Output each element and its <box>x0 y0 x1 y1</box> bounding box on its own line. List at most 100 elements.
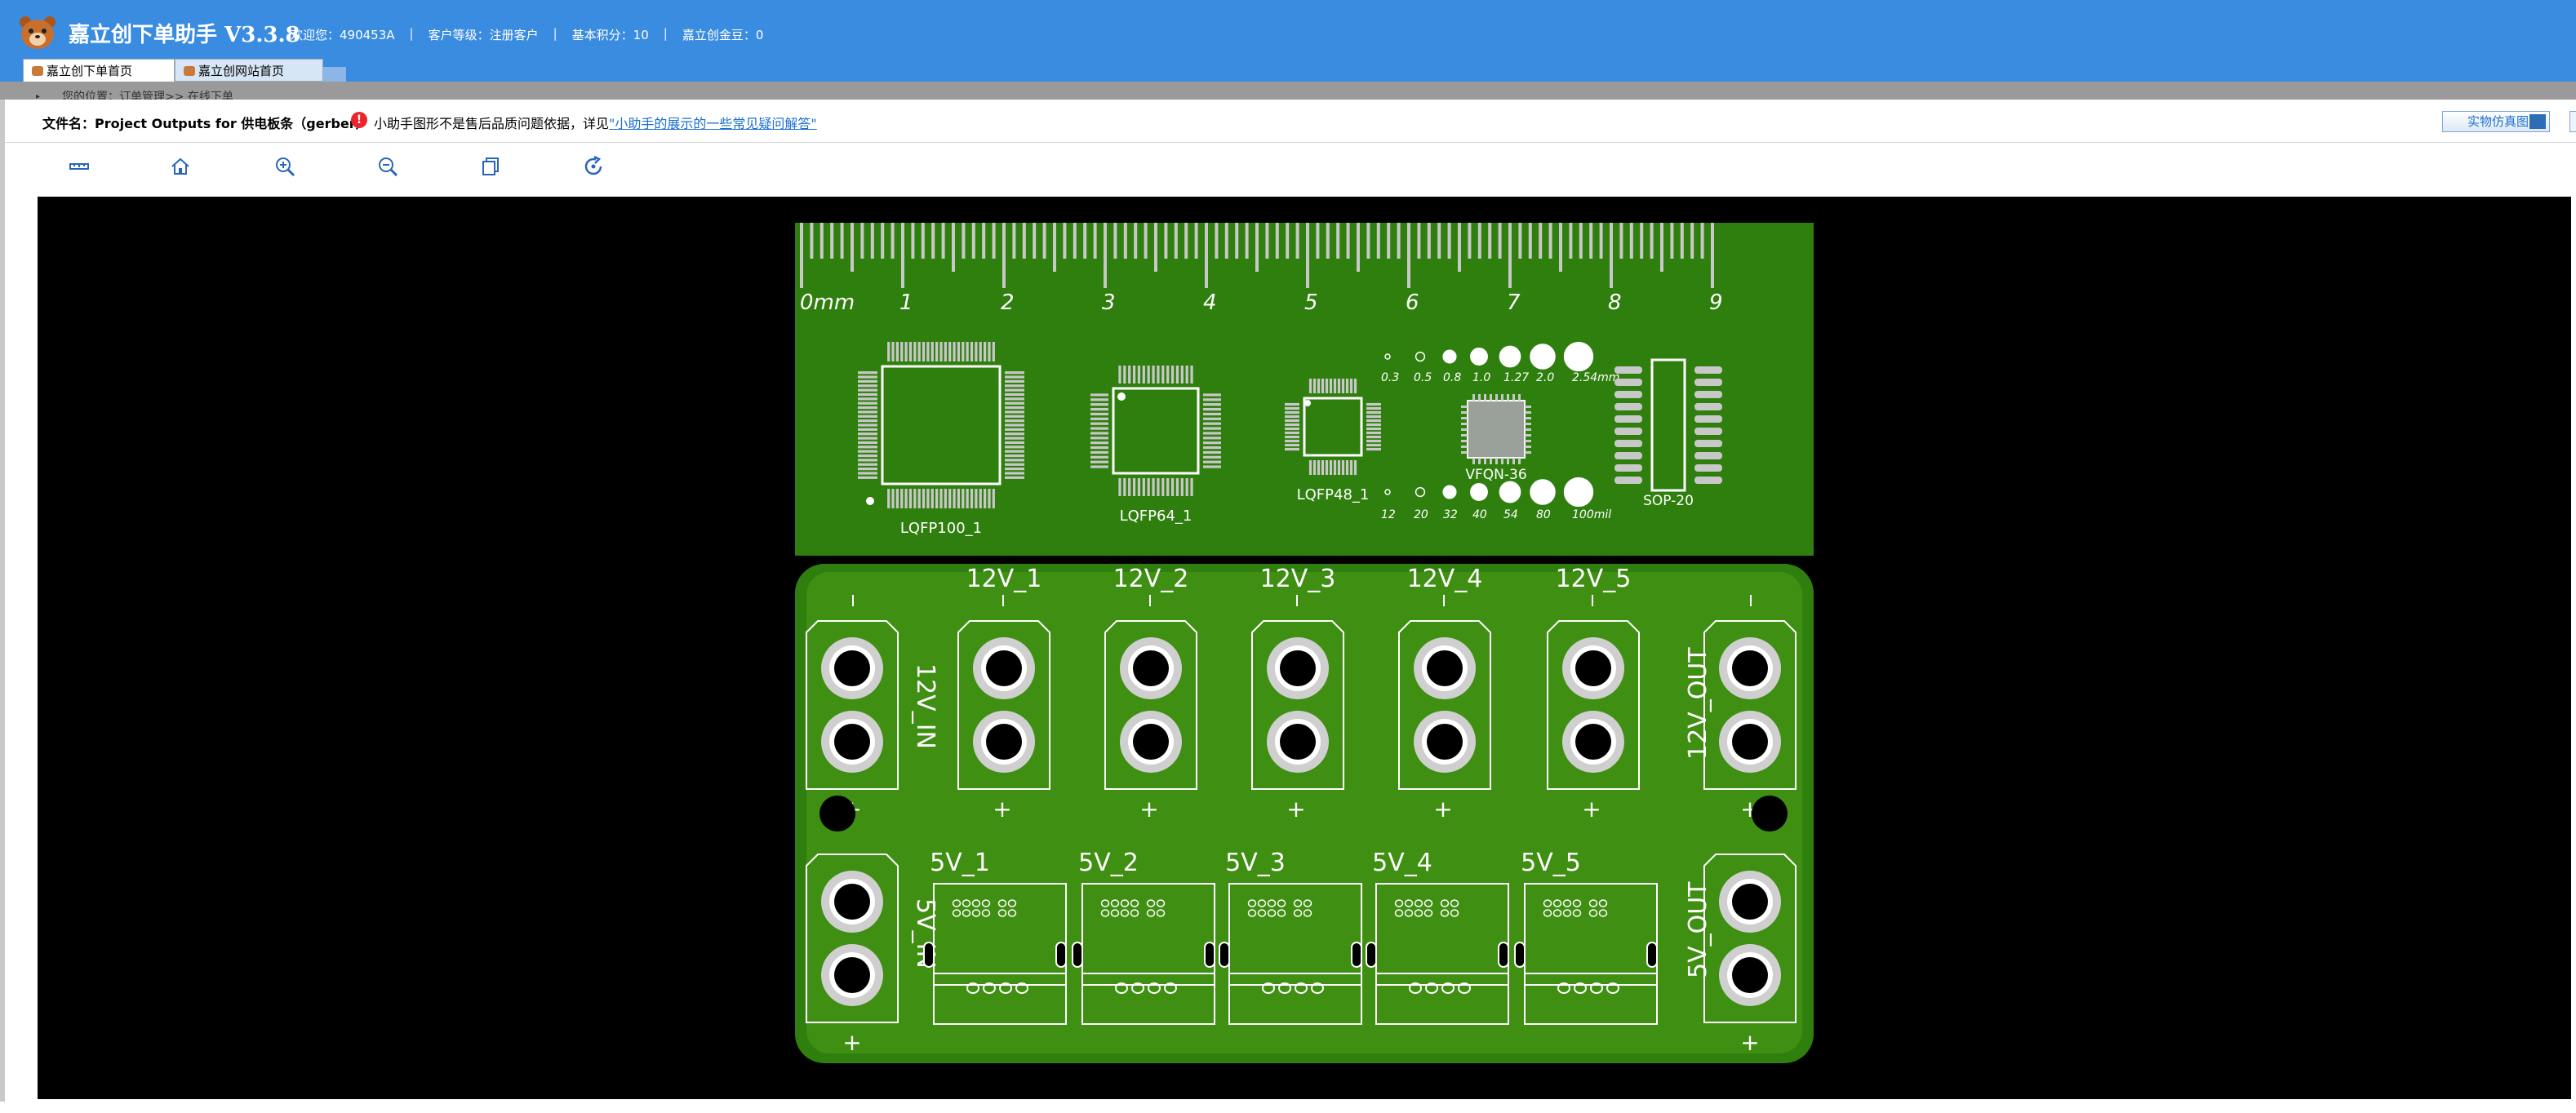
pad <box>1161 366 1165 384</box>
ruler-tick <box>890 223 895 259</box>
ruler-tick <box>881 223 885 259</box>
ruler-tick <box>962 223 966 259</box>
pad <box>1353 460 1357 475</box>
pad <box>922 489 926 508</box>
pad <box>1366 443 1381 447</box>
polarity-plus: + <box>1433 796 1452 823</box>
refresh-icon[interactable] <box>581 154 606 179</box>
pad <box>1005 450 1024 453</box>
pad <box>1137 478 1141 496</box>
pad <box>858 446 877 449</box>
pad <box>1005 406 1024 410</box>
ruler-tick <box>1376 223 1380 259</box>
ruler-number: 8 <box>1608 290 1622 315</box>
ruler-tick <box>1073 223 1077 259</box>
ruler-tick <box>1690 223 1694 259</box>
tab-order-home[interactable]: 嘉立创下单首页 <box>23 59 175 82</box>
ruler-number: 1 <box>899 290 913 315</box>
output-label-12v: 12V_OUT <box>1684 647 1712 760</box>
pad <box>926 342 930 361</box>
file-info-bar: 文件名：Project Outputs for 供电板条（gerber） ! 小… <box>0 100 2576 143</box>
pad <box>900 489 904 508</box>
pad <box>1512 394 1515 401</box>
pad <box>858 450 877 453</box>
pad <box>917 489 921 508</box>
real-render-button[interactable]: 实物仿真图 <box>2442 111 2550 132</box>
pad <box>948 342 952 361</box>
pitch-label: 54 <box>1503 508 1518 521</box>
pad <box>1490 458 1492 464</box>
pitch-label: 0.3 <box>1381 371 1399 384</box>
pad <box>1090 450 1108 455</box>
ruler-number: 3 <box>1102 290 1116 315</box>
drill-hole <box>834 957 870 993</box>
pad <box>1312 379 1317 393</box>
pad <box>1353 379 1357 393</box>
home-icon[interactable] <box>168 154 193 179</box>
pitch-label: 0.8 <box>1443 371 1461 384</box>
pad <box>1285 431 1299 435</box>
pad <box>1090 455 1108 459</box>
drill-hole <box>986 724 1022 760</box>
pad <box>1345 379 1349 393</box>
separator: | <box>409 26 414 41</box>
pad <box>935 342 939 361</box>
pitch-label: 1.0 <box>1472 371 1490 384</box>
pitch-label: 2.54mm <box>1572 371 1619 384</box>
polarity-plus: + <box>1139 796 1158 823</box>
ruler-tick <box>1458 223 1461 272</box>
ruler-tick <box>1104 223 1107 288</box>
package-label: LQFP100_1 <box>900 520 982 537</box>
pad <box>858 397 877 401</box>
pcb-viewer-canvas[interactable]: 0mm 1 2 3 4 5 6 7 8 9 LQFP100_1 LQFP64_1 LQFP48_1 0.3… <box>38 197 2571 1099</box>
pad <box>1118 478 1121 496</box>
tab-website-home[interactable]: 嘉立创网站首页 <box>175 59 323 82</box>
pad <box>1203 427 1221 430</box>
copy-icon[interactable] <box>478 154 503 179</box>
pad <box>1147 366 1150 384</box>
zoom-in-icon[interactable] <box>273 154 297 179</box>
pad <box>1495 394 1498 401</box>
app-title: 嘉立创下单助手 V3.3.8 <box>69 23 300 47</box>
pad <box>1157 478 1160 496</box>
pad <box>858 428 877 431</box>
rail-label-5v: 5V_1 <box>930 849 990 877</box>
pitch-label: 1.27 <box>1503 371 1529 384</box>
tab-scroll-button[interactable] <box>323 67 346 82</box>
drill-hole <box>1732 724 1768 760</box>
pad <box>858 419 877 423</box>
faq-link[interactable]: "小助手的展示的一些常见疑问解答" <box>609 116 817 131</box>
pad <box>1694 452 1722 459</box>
ruler-tick <box>1417 223 1421 259</box>
pad <box>1490 394 1492 401</box>
pin1-dot <box>1117 392 1126 401</box>
drill-hole <box>1427 650 1463 686</box>
pad <box>1090 398 1108 401</box>
ruler-tick <box>1680 223 1684 259</box>
pad <box>1161 478 1165 496</box>
drill-hole <box>986 650 1022 686</box>
bear-tab-icon <box>32 66 43 76</box>
pad <box>922 342 926 361</box>
pitch-label: 80 <box>1536 508 1551 521</box>
pitch-label: 12 <box>1381 508 1396 521</box>
measure-icon[interactable] <box>67 154 91 179</box>
pad <box>1321 379 1325 393</box>
pad <box>1308 379 1312 393</box>
cut-off-button[interactable] <box>2569 111 2576 132</box>
pad <box>1005 472 1024 475</box>
pad <box>1694 464 1722 472</box>
pad <box>1005 441 1024 445</box>
pad <box>858 388 877 392</box>
zoom-out-icon[interactable] <box>375 154 400 179</box>
pad <box>1472 458 1475 464</box>
pad <box>979 342 982 361</box>
ruler-tick <box>1366 223 1370 259</box>
pad <box>1341 460 1345 475</box>
slot-pad <box>1514 942 1526 968</box>
pad <box>1175 366 1179 384</box>
package-label: LQFP64_1 <box>1120 508 1193 525</box>
pad <box>975 489 978 508</box>
pad <box>1203 460 1221 463</box>
pad <box>858 463 877 466</box>
